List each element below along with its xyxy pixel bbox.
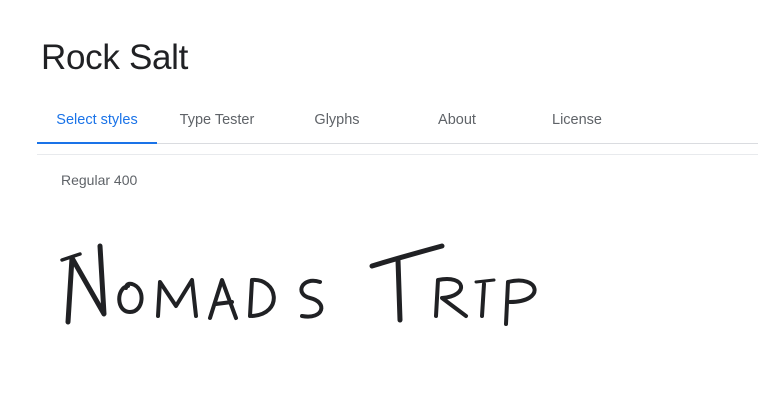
tab-label: License (552, 112, 602, 128)
tab-type-tester[interactable]: Type Tester (157, 97, 277, 143)
tab-license[interactable]: License (517, 97, 637, 143)
tab-select-styles[interactable]: Select styles (37, 97, 157, 144)
tab-label: About (438, 112, 476, 128)
preview-handwriting (60, 243, 537, 326)
page-title: Rock Salt (41, 38, 189, 77)
tab-about[interactable]: About (397, 97, 517, 143)
font-specimen-page: Rock Salt Select styles Type Tester Glyp… (0, 0, 758, 400)
tab-bar: Select styles Type Tester Glyphs About L… (37, 97, 758, 144)
tab-label: Type Tester (179, 112, 255, 128)
tab-label: Glyphs (314, 112, 360, 128)
tab-label: Select styles (56, 112, 138, 128)
font-preview-sample[interactable] (58, 236, 578, 336)
style-label: Regular 400 (61, 172, 138, 188)
section-divider (37, 154, 758, 155)
tab-glyphs[interactable]: Glyphs (277, 97, 397, 143)
